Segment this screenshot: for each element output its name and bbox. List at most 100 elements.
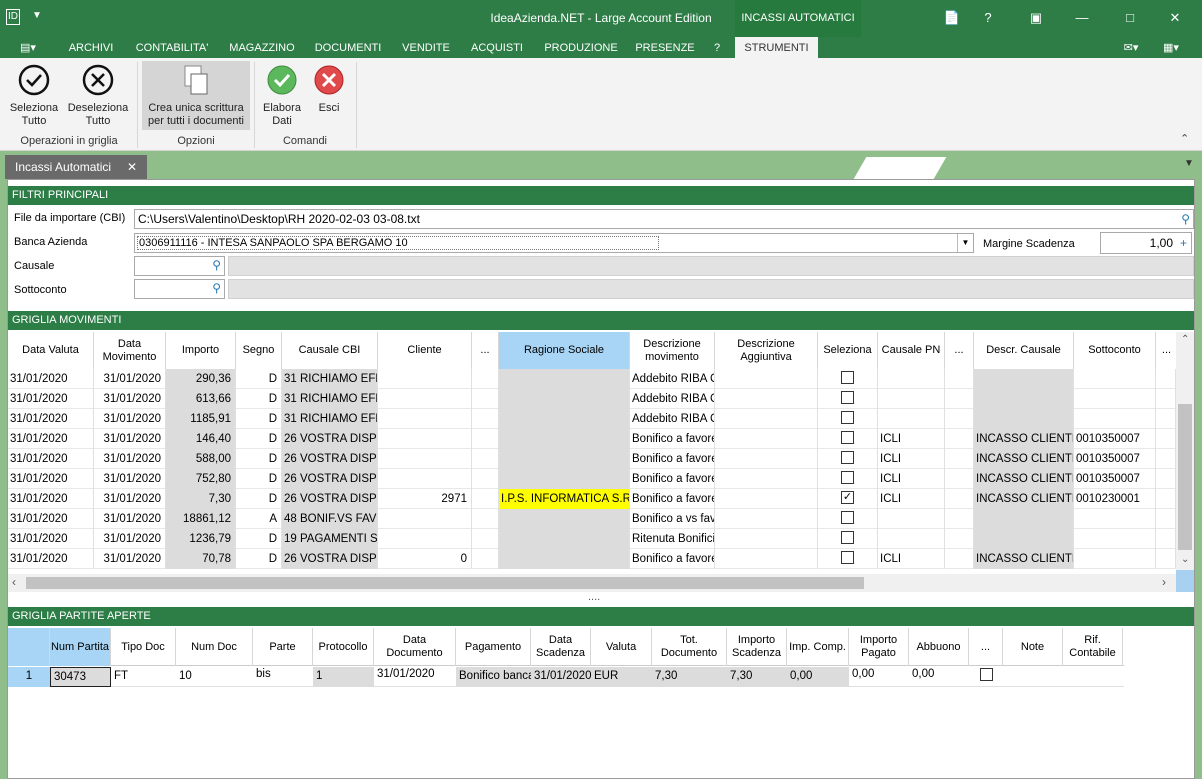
sottoconto-input[interactable]: ⚲ [134,279,225,299]
cell-causale-pn[interactable]: ICLI [878,469,945,489]
search-icon[interactable]: ⚲ [212,258,221,272]
table-row[interactable]: 31/01/2020 31/01/2020 18861,12 A 48 BONIF.VS… [8,509,1176,529]
cell-causale-pn[interactable] [878,389,945,409]
cell-cliente-lookup[interactable] [472,529,499,549]
cell-causale-pn[interactable]: ICLI [878,549,945,569]
close-tab-icon[interactable]: ✕ [127,155,137,179]
cell-num-doc[interactable]: 10 [176,667,253,687]
table-row[interactable]: 31/01/2020 31/01/2020 290,36 D 31 RICHIAMO E… [8,369,1176,389]
col-data-movimento[interactable]: Data Movimento [94,332,166,369]
col-importo-pagato[interactable]: Importo Pagato [849,628,909,666]
menu-help[interactable]: ? [706,37,728,58]
col-abbuono[interactable]: Abbuono [909,628,969,666]
table-row[interactable]: 31/01/2020 31/01/2020 146,40 D 26 VOSTRA DIS… [8,429,1176,449]
cell-causale-pn-lookup[interactable] [945,389,974,409]
menu-produzione[interactable]: PRODUZIONE [538,37,624,58]
cell-sottoconto-lookup[interactable] [1156,369,1176,389]
col-tipo-doc[interactable]: Tipo Doc [111,628,176,666]
cell-sottoconto[interactable]: 0010230001 [1074,489,1156,509]
cell-tipo-doc[interactable]: FT [111,667,176,687]
collapse-ribbon-icon[interactable]: ⌃ [1180,132,1189,145]
margin-input[interactable]: 1,00 + [1100,232,1192,254]
cell-sottoconto[interactable] [1074,369,1156,389]
vertical-scrollbar[interactable]: ⌃ ⌄ [1176,332,1194,570]
cell-seleziona[interactable] [818,549,878,569]
tab-incassi-automatici[interactable]: Incassi Automatici ✕ [5,155,147,179]
cell-causale-pn[interactable] [878,529,945,549]
cell-causale-pn-lookup[interactable] [945,369,974,389]
cell-cliente[interactable] [378,529,472,549]
cell-sottoconto-lookup[interactable] [1156,489,1176,509]
cell-num-partita[interactable]: 30473 [50,667,111,687]
col-segno[interactable]: Segno [236,332,282,369]
cell-seleziona[interactable] [818,409,878,429]
menu-acquisti[interactable]: ACQUISTI [464,37,530,58]
deselect-all-button[interactable]: Deseleziona Tutto [66,62,130,128]
col-causale-cbi[interactable]: Causale CBI [282,332,378,369]
cell-rif-contabile[interactable] [1063,667,1123,687]
cell-cliente-lookup[interactable] [472,369,499,389]
col-imp-comp[interactable]: Imp. Comp. [787,628,849,666]
cell-cliente[interactable] [378,449,472,469]
cell-data-documento[interactable]: 31/01/2020 [374,667,456,687]
cell-causale-pn[interactable] [878,509,945,529]
cell-sottoconto-lookup[interactable] [1156,509,1176,529]
col-descrizione-movimento[interactable]: Descrizione movimento [630,332,715,369]
cell-seleziona[interactable] [818,529,878,549]
cell-seleziona[interactable] [818,469,878,489]
cell-causale-pn-lookup[interactable] [945,549,974,569]
col-parte[interactable]: Parte [253,628,313,666]
context-tab-incassi[interactable]: INCASSI AUTOMATICI [735,0,861,37]
col-more[interactable]: ... [969,628,1003,666]
col-rif-contabile[interactable]: Rif. Contabile [1063,628,1123,666]
cell-cliente[interactable] [378,429,472,449]
search-icon[interactable]: ⚲ [1181,210,1190,228]
cell-causale-pn[interactable]: ICLI [878,429,945,449]
cell-sottoconto[interactable]: 0010350007 [1074,429,1156,449]
cell-cliente-lookup[interactable] [472,489,499,509]
col-num-doc[interactable]: Num Doc [176,628,253,666]
cell-sottoconto[interactable] [1074,509,1156,529]
scroll-down-icon[interactable]: ⌄ [1181,554,1189,565]
single-entry-button[interactable]: Crea unica scrittura per tutti i documen… [142,61,250,130]
col-data-documento[interactable]: Data Documento [374,628,456,666]
cell-sottoconto-lookup[interactable] [1156,429,1176,449]
cell-causale-pn-lookup[interactable] [945,529,974,549]
scroll-thumb[interactable] [1178,404,1192,550]
cell-cliente[interactable] [378,409,472,429]
col-sottoconto-lookup[interactable]: ... [1156,332,1178,369]
row-checkbox[interactable] [841,411,854,425]
cell-cliente[interactable] [378,509,472,529]
col-seleziona[interactable]: Seleziona [818,332,878,369]
col-cliente[interactable]: Cliente [378,332,472,369]
cell-cliente-lookup[interactable] [472,449,499,469]
horizontal-scroll-thumb[interactable] [26,577,864,589]
row-checkbox[interactable] [841,431,854,445]
cell-causale-pn[interactable] [878,369,945,389]
splitter-handle[interactable]: .... [588,591,600,603]
col-descrizione-aggiuntiva[interactable]: Descrizione Aggiuntiva [715,332,818,369]
row-checkbox[interactable] [841,471,854,485]
cell-sottoconto[interactable] [1074,549,1156,569]
cell-note[interactable] [1003,667,1063,687]
cell-sottoconto[interactable] [1074,529,1156,549]
cell-cliente-lookup[interactable] [472,389,499,409]
select-all-button[interactable]: Seleziona Tutto [4,62,64,128]
row-checkbox[interactable] [841,551,854,565]
table-row[interactable]: 31/01/2020 31/01/2020 613,66 D 31 RICHIAMO E… [8,389,1176,409]
scroll-left-icon[interactable]: ‹ [12,575,16,589]
cell-seleziona[interactable] [818,429,878,449]
app-menu-icon[interactable]: ▤▾ [14,37,42,58]
cell-causale-pn-lookup[interactable] [945,469,974,489]
row-checkbox[interactable] [841,451,854,465]
menu-vendite[interactable]: VENDITE [396,37,456,58]
causale-input[interactable]: ⚲ [134,256,225,276]
cell-cliente-lookup[interactable] [472,409,499,429]
table-row[interactable]: 31/01/2020 31/01/2020 1236,79 D 19 PAGAMENTI… [8,529,1176,549]
row-checkbox[interactable] [841,511,854,525]
cell-sottoconto-lookup[interactable] [1156,549,1176,569]
row-checkbox[interactable] [841,531,854,545]
restore-ribbon-icon[interactable]: ▣ [1026,10,1046,26]
cell-abbuono[interactable]: 0,00 [909,667,969,687]
layout-icon[interactable]: ▦▾ [1156,37,1186,58]
